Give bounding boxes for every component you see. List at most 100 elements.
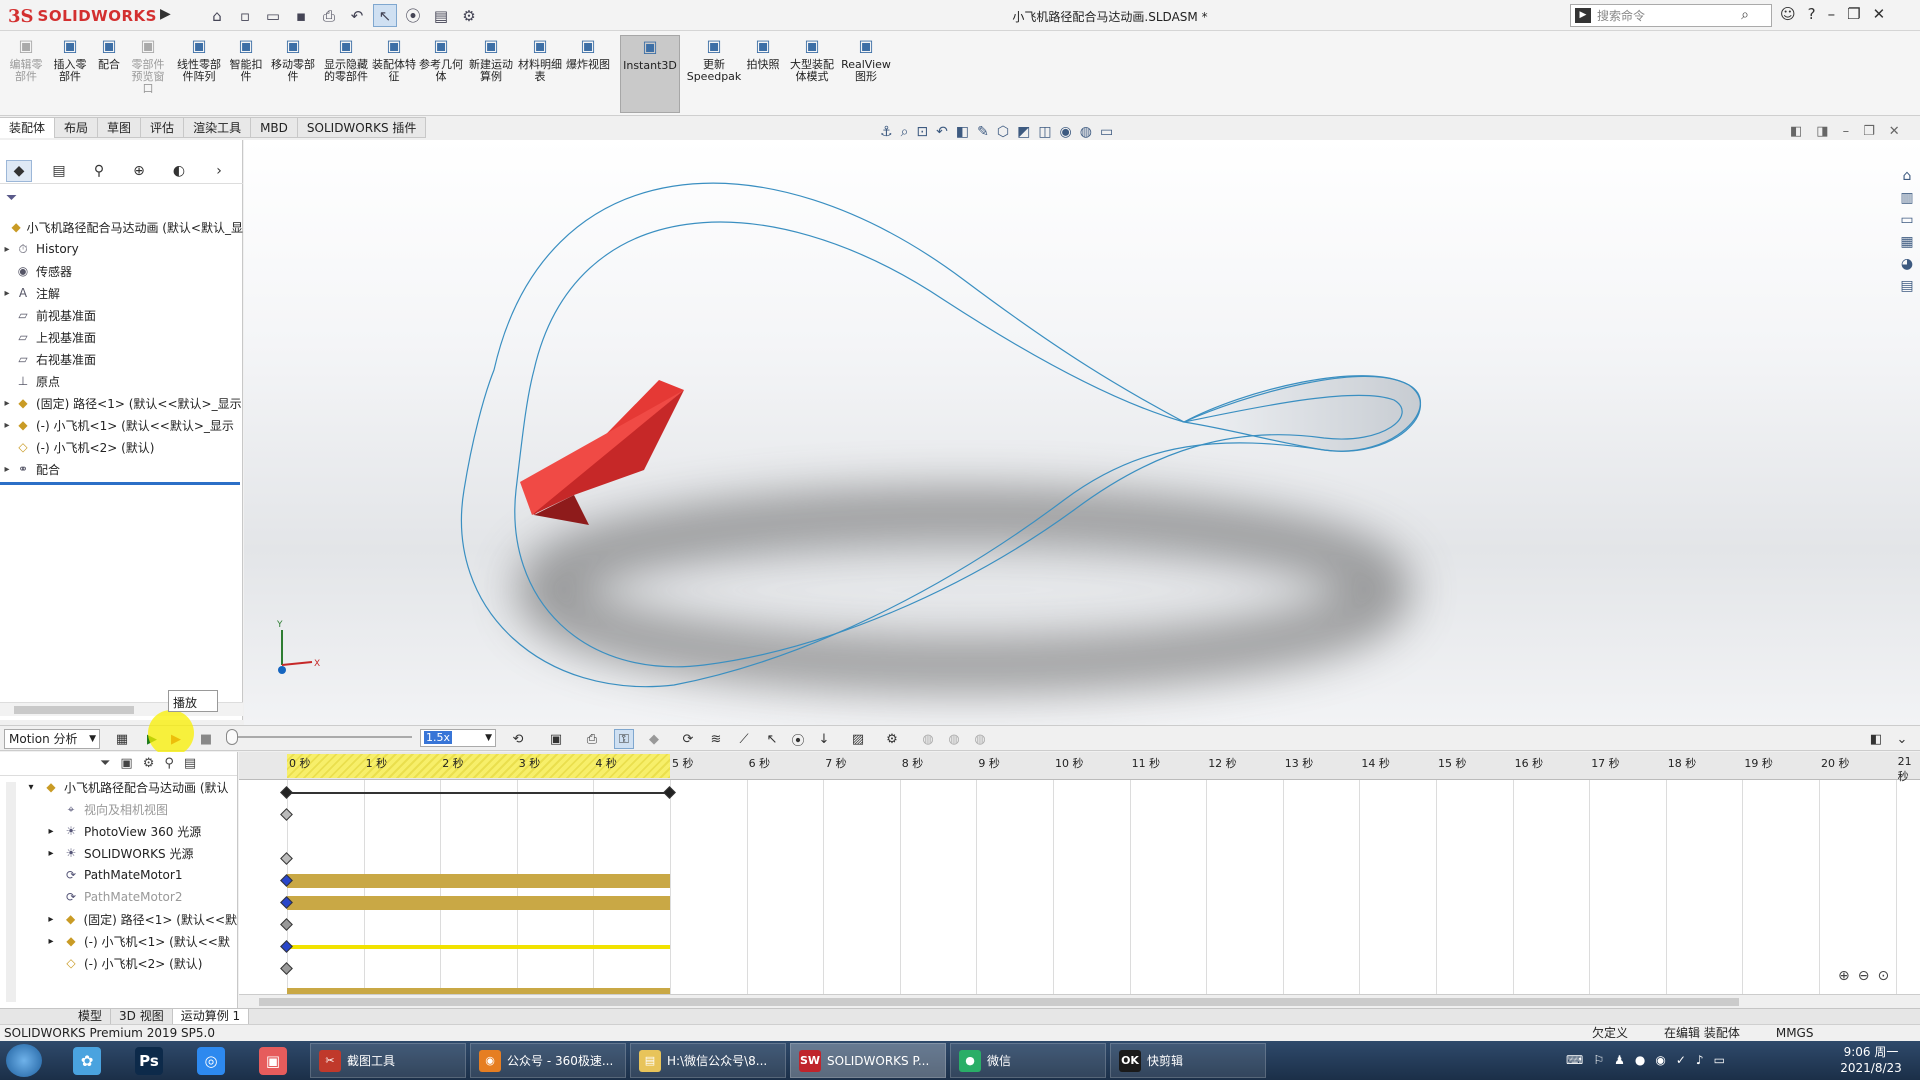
- taskbar-app-4[interactable]: ● 微信: [950, 1043, 1106, 1078]
- volume-icon[interactable]: ♪: [1696, 1053, 1704, 1067]
- taskbar-app-3[interactable]: SW SOLIDWORKS P...: [790, 1043, 946, 1078]
- ribbon-button-17[interactable]: ▣ RealView图形: [840, 35, 892, 113]
- timeline-key[interactable]: [280, 918, 293, 931]
- property-manager-tab-icon[interactable]: ▤: [46, 160, 72, 182]
- display-icon[interactable]: ▭: [1714, 1053, 1725, 1067]
- menu-expand-arrow-icon[interactable]: ▶: [160, 6, 174, 26]
- home-icon[interactable]: ⌂: [205, 4, 229, 27]
- tree-expander-icon[interactable]: ▸: [0, 420, 14, 431]
- save-animation-icon[interactable]: ▣: [546, 729, 566, 749]
- results-plots-icon[interactable]: ▨: [848, 729, 868, 749]
- force-icon[interactable]: ↖: [762, 729, 782, 749]
- tree-item[interactable]: ▸ A 注解: [0, 282, 243, 304]
- view-settings-icon[interactable]: ▭: [1100, 124, 1113, 140]
- wechat-tray-icon[interactable]: ●: [1635, 1053, 1645, 1067]
- filter-results-icon[interactable]: ▤: [184, 756, 196, 771]
- network-icon[interactable]: ⚐: [1593, 1053, 1604, 1067]
- filter-animated-icon[interactable]: ▣: [120, 756, 132, 771]
- tree-item[interactable]: ◇ (-) 小飞机<2> (默认): [0, 436, 243, 458]
- motion-tree-item[interactable]: ⌖ 视向及相机视图: [0, 798, 237, 820]
- solidworks-resources-icon[interactable]: ⌂: [1903, 168, 1912, 184]
- tab-5[interactable]: MBD: [251, 117, 298, 138]
- photos-icon[interactable]: ✿: [68, 1045, 106, 1076]
- filter-selected-icon[interactable]: ⚲: [164, 756, 174, 771]
- filter-icon[interactable]: ⏷: [100, 756, 110, 771]
- motion-tree-item[interactable]: ◇ (-) 小飞机<2> (默认): [0, 952, 237, 974]
- timeline-key[interactable]: [280, 808, 293, 821]
- tree-item[interactable]: ▸ ⚭ 配合: [0, 458, 243, 480]
- tree-item[interactable]: ⊥ 原点: [0, 370, 243, 392]
- motor-icon[interactable]: ⟳: [678, 729, 698, 749]
- zoom-out-icon[interactable]: ⊖: [1858, 968, 1870, 984]
- viewport-next-icon[interactable]: ◨: [1816, 124, 1828, 139]
- tree-item[interactable]: ▱ 右视基准面: [0, 348, 243, 370]
- zoom-in-icon[interactable]: ⊕: [1838, 968, 1850, 984]
- ribbon-button-7[interactable]: ▣ 显示隐藏的零部件: [322, 35, 370, 113]
- display-style-icon[interactable]: ◩: [1017, 124, 1030, 140]
- zoom-area-icon[interactable]: ⊡: [916, 124, 928, 140]
- search-icon[interactable]: ⌕: [1741, 7, 1749, 23]
- traffic-light-icon[interactable]: ⦿: [401, 4, 425, 27]
- motion-tree-item[interactable]: ▸ ☀ SOLIDWORKS 光源: [0, 842, 237, 864]
- user-icon[interactable]: ☺: [1780, 5, 1796, 23]
- tree-expander-icon[interactable]: ▸: [0, 398, 14, 409]
- ribbon-button-4[interactable]: ▣ 线性零部件阵列: [172, 35, 226, 113]
- ribbon-button-11[interactable]: ▣ 材料明细表: [518, 35, 562, 113]
- record-icon[interactable]: ◉: [1655, 1053, 1665, 1067]
- ribbon-button-14[interactable]: ▣ 更新Speedpak: [687, 35, 742, 113]
- motion-tree-item[interactable]: ▾ ◆ 小飞机路径配合马达动画 (默认: [0, 776, 237, 798]
- motion-tree-item[interactable]: ▸ ◆ (-) 小飞机<1> (默认<<默: [0, 930, 237, 952]
- bottom-tab-2[interactable]: 运动算例 1: [172, 1009, 250, 1025]
- panel-expand-icon[interactable]: ›: [206, 160, 232, 182]
- filter-icon[interactable]: ⏷: [6, 190, 17, 206]
- file-properties-icon[interactable]: ▤: [429, 4, 453, 27]
- view-palette-icon[interactable]: ▦: [1900, 234, 1913, 250]
- viewport-close-icon[interactable]: ✕: [1889, 124, 1900, 139]
- chevron-down-icon[interactable]: ⌄: [1892, 729, 1912, 749]
- tab-3[interactable]: 评估: [141, 117, 185, 138]
- tab-2[interactable]: 草图: [98, 117, 142, 138]
- scroll-thumb[interactable]: [14, 706, 134, 714]
- component-timeline-bar[interactable]: [287, 945, 670, 949]
- restore-icon[interactable]: ❐: [1847, 5, 1860, 23]
- section-view-icon[interactable]: ◧: [956, 124, 969, 140]
- simulation-results-icon[interactable]: ◍: [970, 729, 990, 749]
- options-gear-icon[interactable]: ⚙: [457, 4, 481, 27]
- tab-1[interactable]: 布局: [55, 117, 99, 138]
- tree-item[interactable]: ◉ 传感器: [0, 260, 243, 282]
- scroll-thumb[interactable]: [259, 998, 1739, 1006]
- help-icon[interactable]: ?: [1808, 5, 1816, 23]
- timeline-key[interactable]: [280, 852, 293, 865]
- ribbon-button-12[interactable]: ▣ 爆炸视图: [566, 35, 610, 113]
- ribbon-button-13[interactable]: ▣ Instant3D: [620, 35, 680, 113]
- playback-speed-select[interactable]: 1.5x ▼: [420, 729, 496, 747]
- search-command-input[interactable]: ▶ 搜索命令 ⌕: [1570, 4, 1772, 27]
- taskbar-app-2[interactable]: ▤ H:\微信公众号\8...: [630, 1043, 786, 1078]
- tree-root[interactable]: ◆ 小飞机路径配合马达动画 (默认<默认_显: [0, 216, 244, 238]
- timeline-ruler[interactable]: 0 秒 1 秒 2 秒 3 秒 4 秒 5 秒 6 秒 7 秒 8 秒 9 秒 10 秒 11 秒 12…: [239, 752, 1920, 783]
- playback-slider-thumb[interactable]: [226, 729, 238, 745]
- animation-wizard-icon[interactable]: ⎙: [582, 729, 602, 749]
- viewport-prev-icon[interactable]: ◧: [1790, 124, 1802, 139]
- undo-icon[interactable]: ↶: [345, 4, 369, 27]
- motion-study-properties-icon[interactable]: ⚙: [882, 729, 902, 749]
- start-button[interactable]: [6, 1044, 42, 1077]
- dynamic-annotation-icon[interactable]: ✎: [977, 124, 989, 140]
- close-icon[interactable]: ✕: [1873, 5, 1886, 23]
- edit-appearance-icon[interactable]: ◉: [1060, 124, 1072, 140]
- tab-4[interactable]: 渲染工具: [184, 117, 252, 138]
- feature-manager-tab-icon[interactable]: ◆: [6, 159, 32, 182]
- bottom-tab-1[interactable]: 3D 视图: [111, 1009, 173, 1025]
- tree-expander-icon[interactable]: ▸: [44, 936, 58, 947]
- ribbon-button-9[interactable]: ▣ 参考几何体: [418, 35, 464, 113]
- graphics-viewport[interactable]: Y X: [244, 140, 1920, 725]
- tree-expander-icon[interactable]: ▸: [44, 848, 58, 859]
- motion-timeline[interactable]: 0 秒 1 秒 2 秒 3 秒 4 秒 5 秒 6 秒 7 秒 8 秒 9 秒 10 秒 11 秒 12…: [239, 752, 1920, 994]
- system-clock[interactable]: 9:06 周一 2021/8/23: [1836, 1044, 1906, 1076]
- tab-6[interactable]: SOLIDWORKS 插件: [297, 117, 427, 138]
- study-type-select[interactable]: Motion 分析 ▼: [4, 729, 100, 749]
- view-orient-anchor-icon[interactable]: ⚓: [880, 124, 893, 140]
- timeline-end-key[interactable]: [663, 786, 676, 799]
- ribbon-button-6[interactable]: ▣ 移动零部件: [270, 35, 316, 113]
- timeline-horizontal-scrollbar[interactable]: [239, 994, 1920, 1008]
